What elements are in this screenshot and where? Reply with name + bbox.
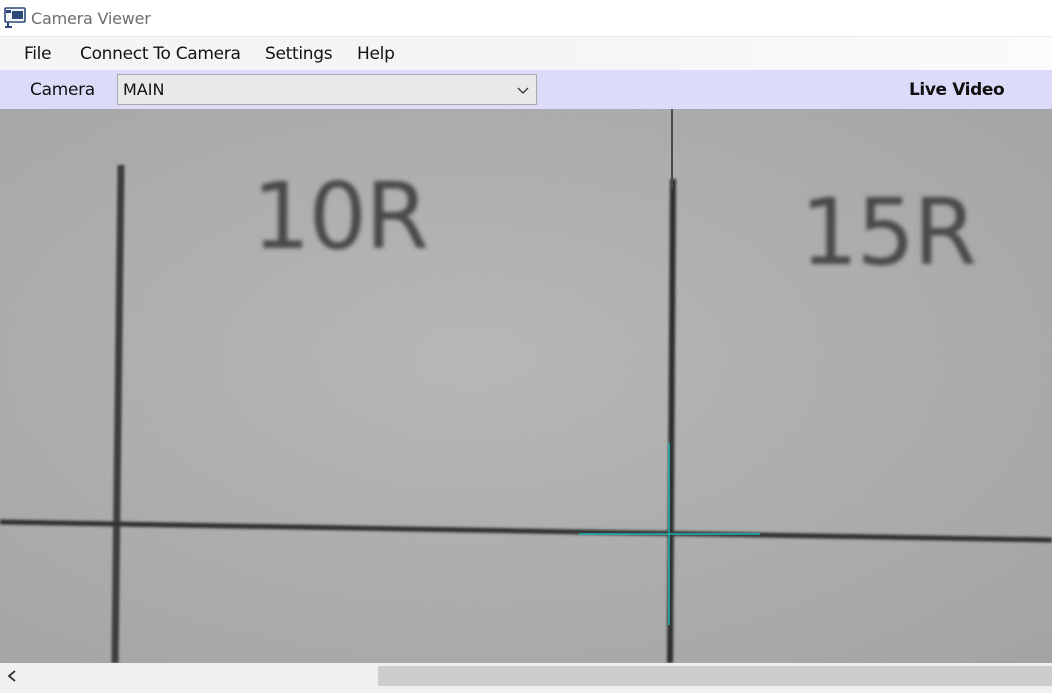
camera-select-value: MAIN <box>123 80 165 99</box>
menu-file[interactable]: File <box>24 44 52 64</box>
camera-app-icon <box>4 7 26 28</box>
camera-label: Camera <box>30 80 95 100</box>
camera-toolbar: Camera MAIN Live Video <box>0 70 1052 109</box>
live-video-status: Live Video <box>909 80 1005 100</box>
camera-select-dropdown[interactable]: MAIN <box>117 74 537 105</box>
marking-10r: 10R <box>252 163 427 270</box>
video-frame: 10R 15R <box>0 109 1052 663</box>
scale-vertical-line-right <box>667 178 676 663</box>
chevron-down-icon <box>517 87 529 94</box>
title-bar: Camera Viewer <box>0 0 1052 36</box>
scrollbar-thumb[interactable] <box>378 666 1052 686</box>
video-feed[interactable]: 10R 15R <box>0 109 1052 663</box>
menu-connect-to-camera[interactable]: Connect To Camera <box>80 44 241 64</box>
camera-viewer-window: Camera Viewer File Connect To Camera Set… <box>0 0 1052 693</box>
chevron-left-icon[interactable] <box>0 663 24 689</box>
window-title: Camera Viewer <box>31 9 151 28</box>
menu-settings[interactable]: Settings <box>265 44 333 64</box>
marking-15r: 15R <box>800 179 975 286</box>
window-bottom-edge <box>0 689 1052 693</box>
horizontal-scrollbar[interactable] <box>0 663 1052 689</box>
menu-help[interactable]: Help <box>357 44 395 64</box>
menu-bar: File Connect To Camera Settings Help <box>0 36 1052 70</box>
